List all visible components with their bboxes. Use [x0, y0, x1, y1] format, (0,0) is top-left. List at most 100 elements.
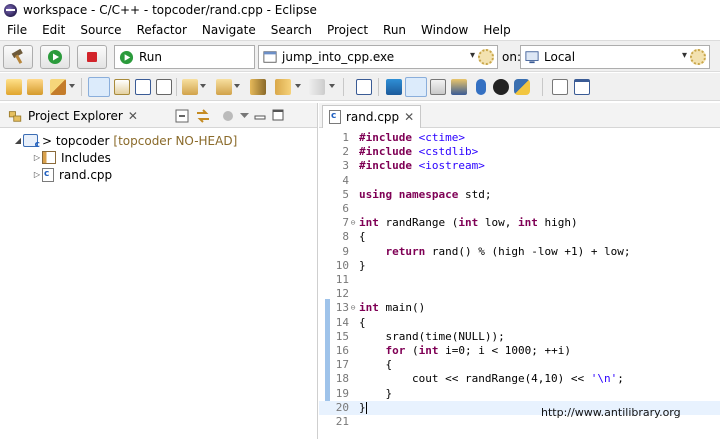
code-line[interactable]: 4	[319, 174, 720, 188]
tree-item-project[interactable]: ◢ > topcoder [topcoder NO-HEAD]	[13, 132, 237, 151]
play-icon	[48, 50, 62, 64]
tree-item-rand-cpp[interactable]: ▷ rand.cpp	[32, 166, 112, 183]
code-line[interactable]: 14 {	[319, 316, 720, 330]
code-text: int randRange (int low, int high)	[359, 216, 578, 230]
last-edit-location-icon[interactable]	[250, 79, 266, 95]
code-line[interactable]: 19 }	[319, 387, 720, 401]
code-text: return rand() % (high -low +1) + low;	[385, 244, 631, 258]
show-whitespace-icon[interactable]	[156, 79, 172, 95]
code-line[interactable]: 2 #include <cstdlib>	[319, 145, 720, 159]
python-icon[interactable]	[514, 79, 530, 95]
tree-item-includes[interactable]: ▷ Includes	[32, 149, 111, 166]
code-line[interactable]: 17 {	[319, 358, 720, 372]
code-line[interactable]: 7 ⊖ int randRange (int low, int high)	[319, 216, 720, 230]
chevron-down-icon[interactable]	[329, 84, 335, 88]
menu-navigate[interactable]: Navigate	[195, 23, 264, 37]
maximize-icon[interactable]	[574, 79, 590, 95]
git-perspective-icon[interactable]	[430, 79, 446, 95]
line-number: 3	[342, 159, 349, 173]
fold-toggle-icon[interactable]: ⊖	[349, 301, 357, 315]
menu-refactor[interactable]: Refactor	[130, 23, 195, 37]
chevron-down-icon[interactable]	[234, 84, 240, 88]
maximize-view-icon[interactable]	[272, 109, 284, 121]
toggle-mark-icon[interactable]	[114, 79, 130, 95]
code-line[interactable]: 10}	[319, 259, 720, 273]
launch-button[interactable]	[40, 45, 70, 69]
java-perspective-icon[interactable]	[451, 79, 467, 95]
line-number: 21	[335, 415, 349, 428]
menu-project[interactable]: Project	[320, 23, 376, 37]
terminate-button[interactable]	[77, 45, 107, 69]
menu-source[interactable]: Source	[73, 23, 129, 37]
launch-target-value: Local	[544, 50, 576, 64]
cpp-perspective-icon[interactable]	[405, 77, 427, 97]
line-number: 14	[335, 315, 349, 329]
block-selection-icon[interactable]	[135, 79, 151, 95]
code-text: for (int i=0; i < 1000; ++i)	[385, 344, 571, 357]
menu-search[interactable]: Search	[264, 23, 320, 37]
collapsed-icon[interactable]: ▷	[32, 170, 42, 179]
minimize-view-icon[interactable]	[254, 111, 266, 121]
chevron-down-icon[interactable]	[200, 84, 206, 88]
code-line[interactable]: 5 using namespace std;	[319, 188, 720, 202]
launch-configuration-select[interactable]: jump_into_cpp.exe ▾	[258, 45, 498, 69]
fold-toggle-icon[interactable]: ⊖	[349, 216, 357, 230]
launch-toolbar: Run jump_into_cpp.exe ▾ on: Local ▾	[0, 40, 720, 72]
gear-icon[interactable]	[690, 49, 706, 65]
launch-target-select[interactable]: Local ▾	[520, 45, 710, 69]
code-line[interactable]: 15 srand(time(NULL));	[319, 330, 720, 344]
collapsed-icon[interactable]: ▷	[32, 153, 42, 162]
code-line[interactable]: 3 #include <iostream>	[319, 159, 720, 173]
close-icon[interactable]: ✕	[404, 110, 414, 124]
code-line[interactable]: 16 for (int i=0; i < 1000; ++i)	[319, 344, 720, 358]
launch-mode-select[interactable]: Run	[114, 45, 255, 69]
code-line[interactable]: 9 return rand() % (high -low +1) + low;	[319, 245, 720, 259]
menu-run[interactable]: Run	[376, 23, 414, 37]
open-folder-icon[interactable]	[27, 79, 43, 95]
pencil-icon[interactable]	[88, 77, 110, 97]
expanded-icon[interactable]: ◢	[13, 136, 23, 145]
code-line[interactable]: 12	[319, 287, 720, 301]
registered-icon[interactable]	[493, 79, 509, 95]
next-annotation-icon[interactable]	[182, 79, 198, 95]
code-line[interactable]: 6	[319, 202, 720, 216]
previous-annotation-icon[interactable]	[216, 79, 232, 95]
minimize-icon[interactable]	[552, 79, 568, 95]
close-icon[interactable]: ✕	[128, 109, 138, 123]
menu-file[interactable]: File	[0, 23, 35, 37]
new-project-icon[interactable]	[6, 79, 22, 95]
code-line[interactable]: 11	[319, 273, 720, 287]
watermark-text: http://www.antilibrary.org	[541, 406, 681, 419]
chevron-down-icon[interactable]	[69, 84, 75, 88]
code-text: {	[359, 230, 366, 244]
gear-icon[interactable]	[478, 49, 494, 65]
filter-icon[interactable]	[222, 110, 234, 122]
open-perspective-icon[interactable]	[356, 79, 372, 95]
menu-edit[interactable]: Edit	[35, 23, 73, 37]
code-line[interactable]: 8{	[319, 230, 720, 244]
project-explorer-title: Project Explorer	[28, 109, 123, 123]
code-line[interactable]: 18 cout << randRange(4,10) << '\n';	[319, 372, 720, 386]
chevron-down-icon: ▾	[469, 50, 475, 61]
back-arrow-icon[interactable]	[275, 79, 291, 95]
link-with-editor-icon[interactable]	[195, 108, 211, 124]
menu-help[interactable]: Help	[476, 23, 518, 37]
debug-perspective-icon[interactable]	[386, 79, 402, 95]
chevron-down-icon: ▾	[681, 50, 687, 61]
chevron-down-icon[interactable]	[295, 84, 301, 88]
code-editor[interactable]: rand.cpp ✕ 1 #include <ctime> 2 #include <c…	[319, 103, 720, 439]
build-button[interactable]	[3, 45, 33, 69]
collapse-all-icon[interactable]	[175, 109, 189, 123]
tab-rand-cpp[interactable]: rand.cpp ✕	[322, 105, 422, 128]
line-number: 13	[335, 301, 349, 315]
new-class-icon[interactable]	[50, 79, 66, 95]
menu-window[interactable]: Window	[414, 23, 476, 37]
database-icon[interactable]	[476, 79, 486, 95]
forward-arrow-icon[interactable]	[309, 79, 325, 95]
line-number: 17	[335, 358, 349, 372]
tab-project-explorer[interactable]: Project Explorer ✕	[3, 105, 143, 127]
code-text: #include <cstdlib>	[359, 145, 479, 159]
code-line[interactable]: 1 #include <ctime>	[319, 131, 720, 145]
code-line[interactable]: 13 ⊖ int main()	[319, 301, 720, 315]
view-menu-icon[interactable]	[240, 113, 249, 119]
